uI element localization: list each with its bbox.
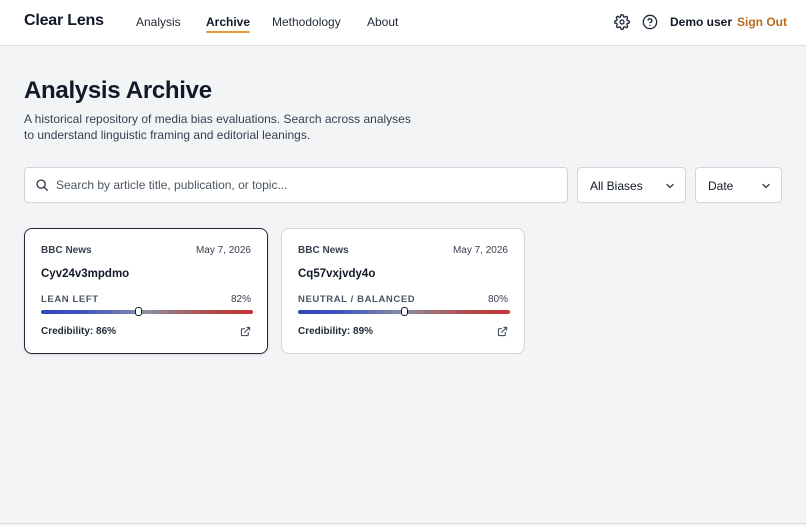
nav-link-archive-label: Archive	[206, 15, 251, 29]
sort-select-value: Date	[708, 179, 734, 193]
card-source: BBC News	[298, 245, 349, 256]
nav-link-methodology[interactable]: Methodology	[272, 15, 341, 29]
card-confidence: 80%	[487, 294, 508, 305]
page-title: Analysis Archive	[24, 77, 212, 104]
external-link-icon[interactable]	[240, 326, 251, 337]
page-bottom-divider	[0, 523, 806, 524]
card-date: May 7, 2026	[452, 245, 508, 256]
external-link-icon[interactable]	[497, 326, 508, 337]
search-input[interactable]	[56, 168, 556, 202]
help-circle-icon[interactable]	[642, 14, 658, 30]
card-source: BBC News	[41, 245, 92, 256]
search-box[interactable]	[24, 167, 568, 203]
nav-link-about[interactable]: About	[367, 15, 398, 29]
card-bias-label: LEAN LEFT	[41, 294, 99, 305]
page-description: A historical repository of media bias ev…	[24, 112, 411, 142]
card-credibility: Credibility: 86%	[41, 326, 117, 337]
bias-position-marker	[400, 307, 408, 316]
chevron-down-icon	[761, 181, 771, 191]
nav-link-archive[interactable]: Archive	[206, 15, 251, 33]
bias-filter-value: All Biases	[590, 179, 643, 193]
bias-position-marker	[135, 307, 143, 316]
brand-logo[interactable]: Clear Lens	[24, 12, 104, 30]
card-title: Cyv24v3mpdmo	[41, 268, 130, 280]
top-navigation-bar: Clear Lens Analysis Archive Methodology …	[0, 0, 806, 46]
card-credibility: Credibility: 89%	[298, 326, 374, 337]
card-date: May 7, 2026	[195, 245, 251, 256]
card-confidence: 82%	[230, 294, 251, 305]
nav-link-analysis[interactable]: Analysis	[136, 15, 181, 29]
search-icon	[35, 178, 49, 192]
bias-scale-bar	[41, 310, 253, 314]
sign-out-button[interactable]: Sign Out	[737, 15, 787, 29]
card-bias-label: NEUTRAL / BALANCED	[298, 294, 416, 305]
analysis-card[interactable]: BBC News May 7, 2026 Cyv24v3mpdmo LEAN L…	[24, 228, 268, 354]
user-name: Demo user	[670, 15, 733, 29]
active-nav-underline	[206, 31, 251, 33]
chevron-down-icon	[665, 181, 675, 191]
gear-icon[interactable]	[614, 14, 630, 30]
analysis-card[interactable]: BBC News May 7, 2026 Cq57vxjvdy4o NEUTRA…	[281, 228, 525, 354]
sort-select[interactable]: Date	[695, 167, 782, 203]
card-title: Cq57vxjvdy4o	[298, 268, 376, 280]
bias-filter-select[interactable]: All Biases	[577, 167, 686, 203]
